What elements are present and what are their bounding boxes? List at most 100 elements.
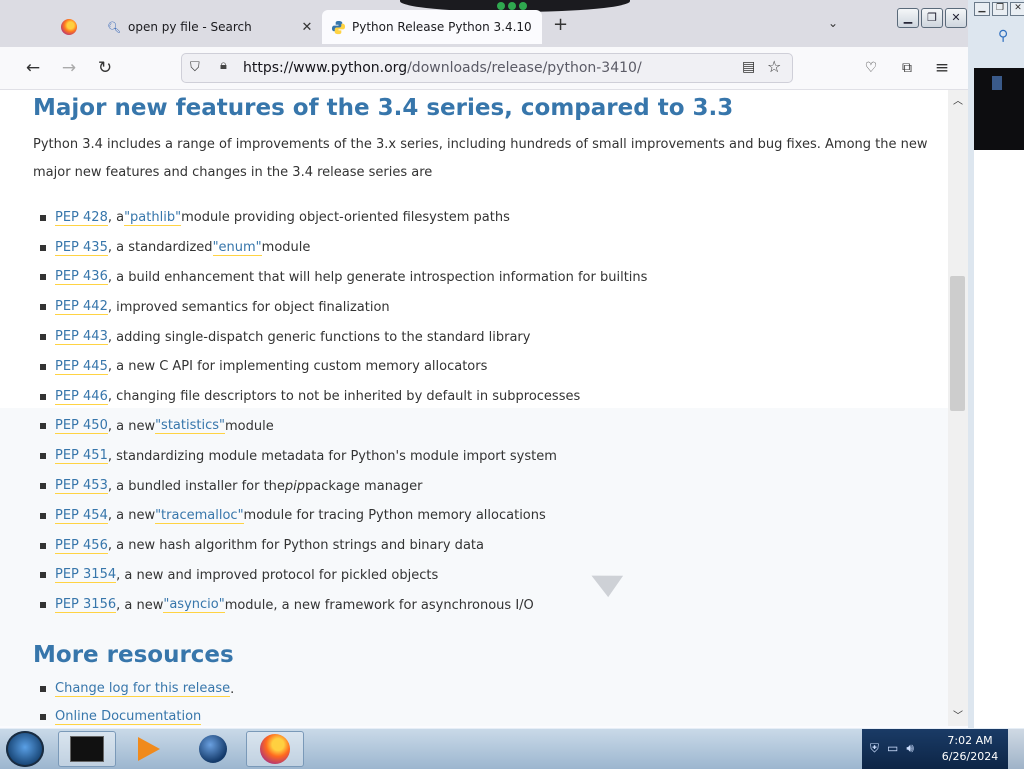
taskbar-media-player[interactable]: [120, 731, 178, 767]
list-item: PEP 445, a new C API for implementing cu…: [40, 352, 647, 382]
terminal-icon: [70, 736, 104, 762]
list-item: PEP 428, a "pathlib" module providing ob…: [40, 203, 647, 233]
bullet: [40, 334, 46, 341]
module-link[interactable]: "tracemalloc": [155, 508, 244, 524]
bullet: [40, 542, 46, 549]
extensions-puzzle-icon[interactable]: ⧉: [896, 57, 918, 79]
bookmark-star-icon[interactable]: ☆: [767, 57, 781, 76]
background-window-controls: ▁ ❐ ✕: [974, 2, 1024, 16]
globe-icon: [199, 735, 227, 763]
module-link[interactable]: "statistics": [155, 418, 225, 435]
url-host: https://www.python.org: [243, 60, 408, 76]
scroll-down-arrow-icon[interactable]: ﹀: [951, 707, 965, 722]
changelog-link[interactable]: Change log for this release: [55, 681, 231, 697]
pep-link[interactable]: PEP 453: [55, 478, 108, 495]
bg-restore-button[interactable]: ❐: [992, 2, 1008, 16]
url-text[interactable]: https://www.python.org/downloads/release…: [243, 60, 642, 76]
pep-link[interactable]: PEP 454: [55, 508, 108, 524]
bullet: [40, 483, 46, 490]
python-icon: [330, 19, 346, 35]
bullet: [40, 714, 46, 720]
shield-icon[interactable]: ⛨: [870, 741, 879, 756]
pep-link[interactable]: PEP 456: [55, 538, 108, 554]
intro-paragraph: Python 3.4 includes a range of improveme…: [33, 137, 928, 180]
pep-link[interactable]: PEP 446: [55, 389, 108, 405]
module-link[interactable]: "enum": [212, 240, 262, 256]
bg-close-button[interactable]: ✕: [1010, 2, 1024, 16]
hamburger-menu-icon[interactable]: ≡: [931, 57, 953, 79]
bullet: [40, 572, 46, 579]
tracking-shield-icon[interactable]: ⛉: [190, 60, 200, 75]
bullet: [40, 512, 46, 519]
monitor-icon[interactable]: ▭: [887, 741, 898, 756]
list-all-tabs-chevron-icon[interactable]: ⌄: [828, 16, 838, 30]
bg-minimize-button[interactable]: ▁: [974, 2, 990, 16]
minimize-button[interactable]: ▁: [897, 8, 919, 28]
tab-python-release[interactable]: Python Release Python 3.4.10: [322, 10, 542, 44]
tab-firefox-view[interactable]: [44, 10, 94, 44]
address-bar[interactable]: ⛉ 🔒︎ https://www.python.org/downloads/re…: [181, 53, 793, 83]
restore-button[interactable]: ❐: [921, 8, 943, 28]
taskbar-firefox[interactable]: [246, 731, 304, 767]
taskbar-terminal[interactable]: [58, 731, 116, 767]
bullet: [40, 244, 46, 251]
tab-search[interactable]: 🔍︎ open py file - Search ✕: [96, 10, 318, 44]
list-item: PEP 453, a bundled installer for the pip…: [40, 471, 647, 501]
bg-window-thumbnail: [974, 68, 1024, 150]
pep-link[interactable]: PEP 3156: [55, 597, 117, 614]
start-button[interactable]: [6, 731, 44, 767]
pep-link[interactable]: PEP 442: [55, 299, 108, 316]
reader-view-icon[interactable]: ▤: [742, 59, 755, 75]
new-tab-button[interactable]: +: [553, 14, 568, 35]
back-arrow-icon[interactable]: ←: [22, 57, 44, 79]
taskbar: ⛨ ▭ 🔊︎ 7:02 AM 6/26/2024: [0, 728, 1024, 769]
tab-search-close-icon[interactable]: ✕: [296, 20, 318, 35]
pep-link[interactable]: PEP 445: [55, 359, 108, 375]
list-item: PEP 436, a build enhancement that will h…: [40, 263, 647, 293]
bullet: [40, 304, 46, 311]
list-item: PEP 446, changing file descriptors to no…: [40, 382, 647, 412]
volume-icon[interactable]: 🔊︎: [906, 741, 914, 756]
bullet: [40, 453, 46, 460]
reload-icon[interactable]: ↻: [94, 57, 116, 79]
pep-link[interactable]: PEP 428: [55, 210, 108, 226]
pep-link[interactable]: PEP 3154: [55, 567, 117, 584]
window-controls: ▁ ❐ ✕: [897, 8, 967, 28]
resources-heading: More resources: [33, 642, 234, 668]
pep-link[interactable]: PEP 436: [55, 269, 108, 286]
features-heading: Major new features of the 3.4 series, co…: [33, 95, 734, 121]
bg-search-icon[interactable]: ⚲: [998, 28, 1008, 44]
bullet: [40, 363, 46, 370]
list-item: PEP 443, adding single-dispatch generic …: [40, 322, 647, 352]
vertical-scrollbar[interactable]: ︿ ﹀: [948, 90, 968, 726]
list-item: PEP 450, a new "statistics" module: [40, 412, 647, 442]
background-window-strip: ▁ ❐ ✕ ⚲: [968, 0, 1024, 728]
list-item: PEP 3156, a new "asyncio" module, a new …: [40, 590, 647, 620]
show-desktop-button[interactable]: [1008, 729, 1024, 769]
module-link[interactable]: "asyncio": [163, 597, 225, 614]
clock-date: 6/26/2024: [941, 750, 999, 763]
scroll-up-arrow-icon[interactable]: ︿: [951, 92, 965, 107]
clock[interactable]: 7:02 AM 6/26/2024: [940, 733, 1000, 765]
module-link[interactable]: "pathlib": [124, 210, 182, 226]
list-item: PEP 435, a standardized "enum" module: [40, 233, 647, 263]
scrollbar-thumb[interactable]: [950, 276, 965, 411]
taskbar-network[interactable]: [184, 731, 242, 767]
pocket-icon[interactable]: ♡: [860, 57, 882, 79]
close-button[interactable]: ✕: [945, 8, 967, 28]
tray-icons: ⛨ ▭ 🔊︎: [870, 741, 914, 756]
forward-arrow-icon[interactable]: →: [58, 57, 80, 79]
pep-link[interactable]: PEP 450: [55, 418, 108, 435]
padlock-icon[interactable]: 🔒︎: [220, 58, 227, 73]
list-item: PEP 442, improved semantics for object f…: [40, 292, 647, 322]
bullet: [40, 393, 46, 400]
pep-link[interactable]: PEP 443: [55, 329, 108, 346]
tab-python-title: Python Release Python 3.4.10: [352, 20, 532, 34]
list-item: PEP 454, a new "tracemalloc" module for …: [40, 501, 647, 531]
firefox-icon: [260, 734, 290, 764]
online-docs-link[interactable]: Online Documentation: [55, 709, 202, 725]
pep-link[interactable]: PEP 451: [55, 448, 108, 465]
list-item: PEP 3154, a new and improved protocol fo…: [40, 561, 647, 591]
bullet: [40, 602, 46, 609]
pep-link[interactable]: PEP 435: [55, 240, 108, 256]
